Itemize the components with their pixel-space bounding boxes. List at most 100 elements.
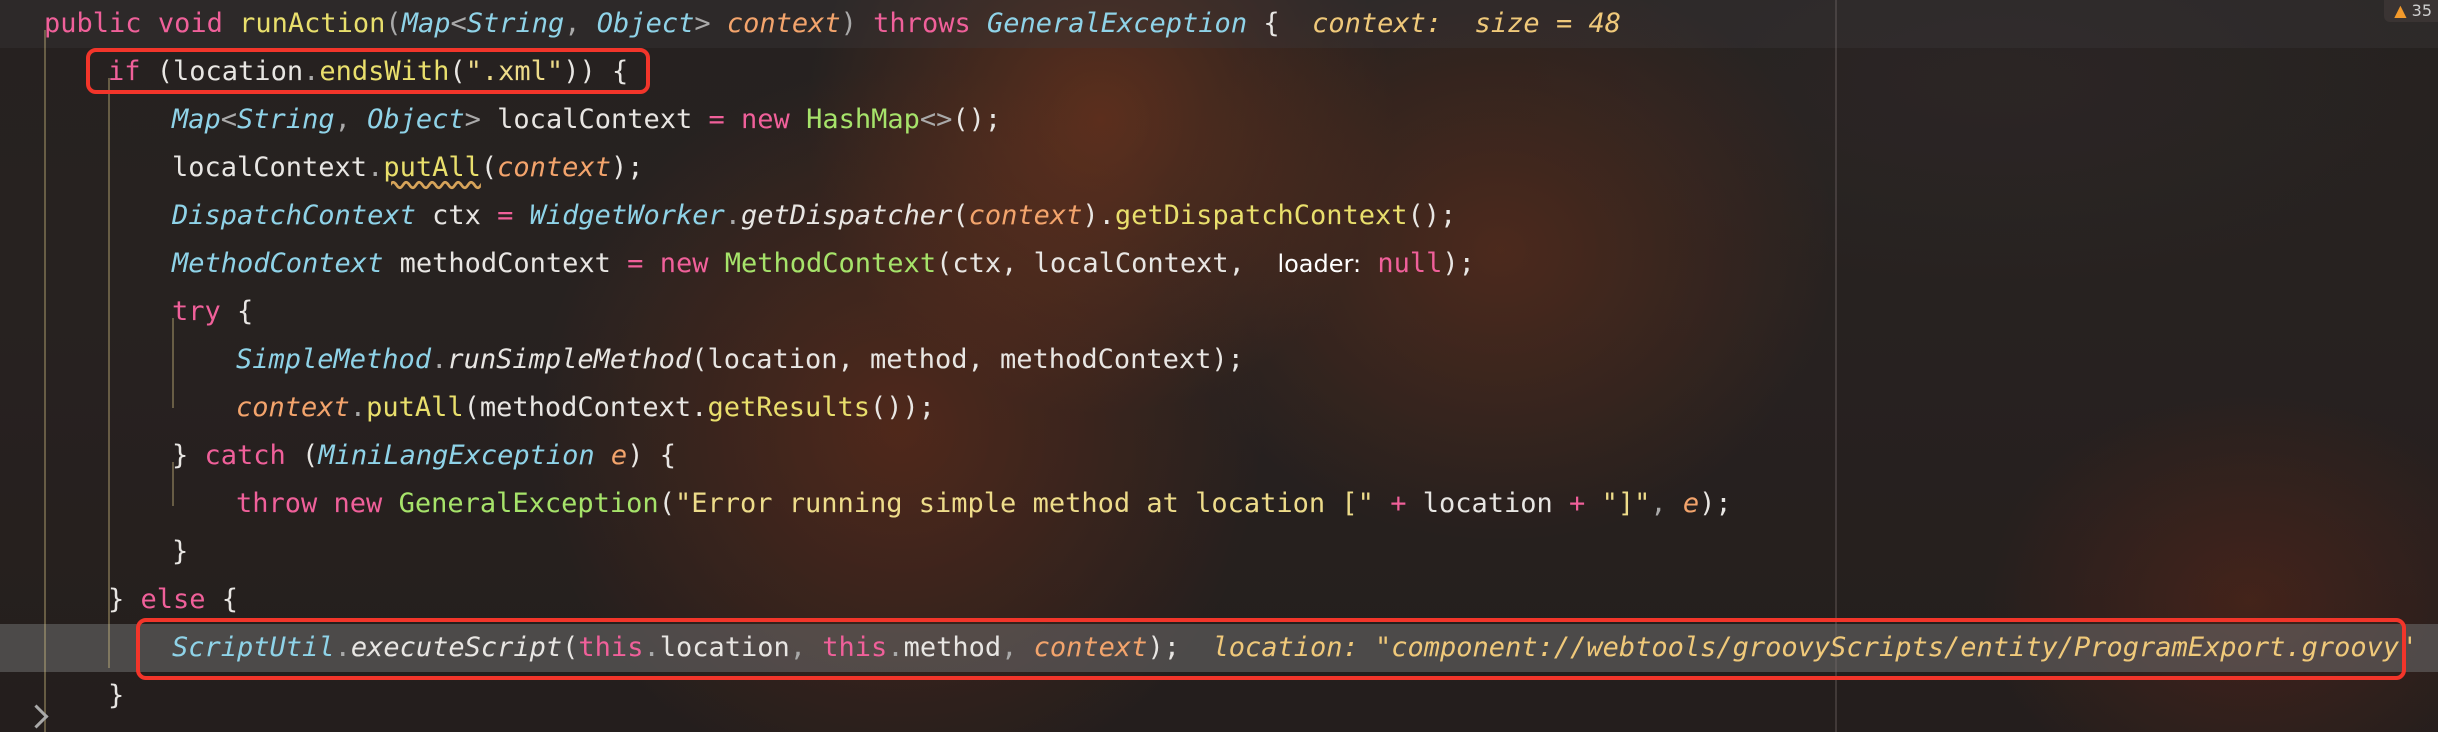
code-token: context [968, 200, 1083, 231]
highlight-box-if-condition [86, 48, 650, 94]
code-token: } [172, 536, 189, 567]
code-token: ( [952, 200, 969, 231]
code-token: Map [401, 8, 451, 39]
code-token: . [724, 200, 741, 231]
code-token: throw [236, 488, 318, 519]
code-token: , [564, 8, 597, 39]
code-token: MiniLangException [318, 440, 595, 471]
code-token: public [44, 8, 142, 39]
code-token: runAction [239, 8, 386, 39]
code-token: location [1406, 488, 1570, 519]
code-token: localContext [497, 104, 709, 135]
code-line[interactable]: Map<String, Object> localContext = new H… [172, 96, 1001, 144]
code-token: ). [1082, 200, 1115, 231]
code-token: MethodContext [724, 248, 937, 279]
code-token: catch [204, 440, 286, 471]
inlay-hint: context: size = 48 [1312, 8, 1621, 39]
code-token: putAll [366, 392, 464, 423]
code-token: new [659, 248, 709, 279]
code-token: (); [952, 104, 1002, 135]
code-token: "Error running simple method at location… [674, 488, 1374, 519]
code-token: GeneralException [398, 488, 659, 519]
code-token: ) { [627, 440, 676, 471]
code-token: } [172, 440, 205, 471]
code-token: context [497, 152, 611, 183]
code-line[interactable]: } [172, 528, 188, 576]
code-line[interactable]: public void runAction(Map<String, Object… [44, 0, 1621, 48]
code-token: } [108, 584, 141, 615]
code-token: e [610, 440, 628, 471]
code-token: try [172, 296, 221, 327]
code-token: , [1650, 488, 1683, 519]
indent-guide [44, 30, 46, 732]
code-token: Map [172, 104, 221, 135]
code-token: = [708, 104, 725, 135]
code-token: GeneralException [986, 8, 1248, 39]
code-token: runSimpleMethod [447, 344, 692, 375]
code-token: } [108, 680, 125, 711]
code-line[interactable]: MethodContext methodContext = new Method… [172, 240, 1475, 288]
code-token: ); [1699, 488, 1732, 519]
code-line[interactable]: } else { [108, 576, 238, 624]
code-token: . [349, 392, 367, 423]
code-token: + [1569, 488, 1586, 519]
code-token: > [694, 8, 727, 39]
code-token: (ctx, localContext, [936, 248, 1278, 279]
code-line[interactable]: } catch (MiniLangException e) { [172, 432, 676, 480]
code-token: Object [367, 104, 465, 135]
code-token: getResults [707, 392, 871, 423]
code-token: . [431, 344, 448, 375]
code-token: <> [919, 104, 953, 135]
code-token: getDispatcher [741, 200, 953, 231]
code-token: context [726, 8, 841, 39]
warning-indicator[interactable]: ▲ 35 [2384, 0, 2438, 22]
code-line[interactable]: localContext.putAll(context); [172, 144, 643, 192]
code-token: new [333, 488, 383, 519]
code-token: String [466, 8, 565, 39]
code-token: Object [596, 8, 695, 39]
code-token: = [497, 200, 514, 231]
code-token: HashMap [806, 104, 920, 135]
code-token: ( [658, 488, 675, 519]
code-token: null [1377, 248, 1443, 279]
code-token: "]" [1601, 488, 1651, 519]
code-line[interactable]: try { [172, 288, 253, 336]
highlight-box-execute-script [136, 618, 2406, 680]
code-token: else [140, 584, 206, 615]
code-token: , [334, 104, 368, 135]
code-token: ( [480, 152, 498, 183]
code-token: SimpleMethod [236, 344, 432, 375]
code-token: < [450, 8, 467, 39]
code-token: ); [1442, 248, 1475, 279]
code-token: getDispatchContext [1114, 200, 1408, 231]
code-line[interactable]: SimpleMethod.runSimpleMethod(location, m… [236, 336, 1244, 384]
code-token: ( [385, 8, 402, 39]
code-token: { [220, 296, 254, 327]
code-token: methodContext [383, 248, 628, 279]
code-token: (methodContext. [463, 392, 708, 423]
code-token: DispatchContext [172, 200, 416, 231]
code-token: localContext [172, 152, 368, 183]
code-token: void [157, 8, 223, 39]
code-line[interactable]: } [108, 672, 124, 720]
code-token: { [1247, 8, 1313, 39]
code-token: . [367, 152, 384, 183]
warning-count: 35 [2411, 1, 2432, 20]
code-token: putAll [383, 152, 481, 183]
code-line[interactable]: DispatchContext ctx = WidgetWorker.getDi… [172, 192, 1456, 240]
code-token: ); [610, 152, 644, 183]
code-line[interactable]: context.putAll(methodContext.getResults(… [236, 384, 935, 432]
code-token: > [464, 104, 498, 135]
code-line[interactable]: throw new GeneralException("Error runnin… [236, 480, 1732, 528]
